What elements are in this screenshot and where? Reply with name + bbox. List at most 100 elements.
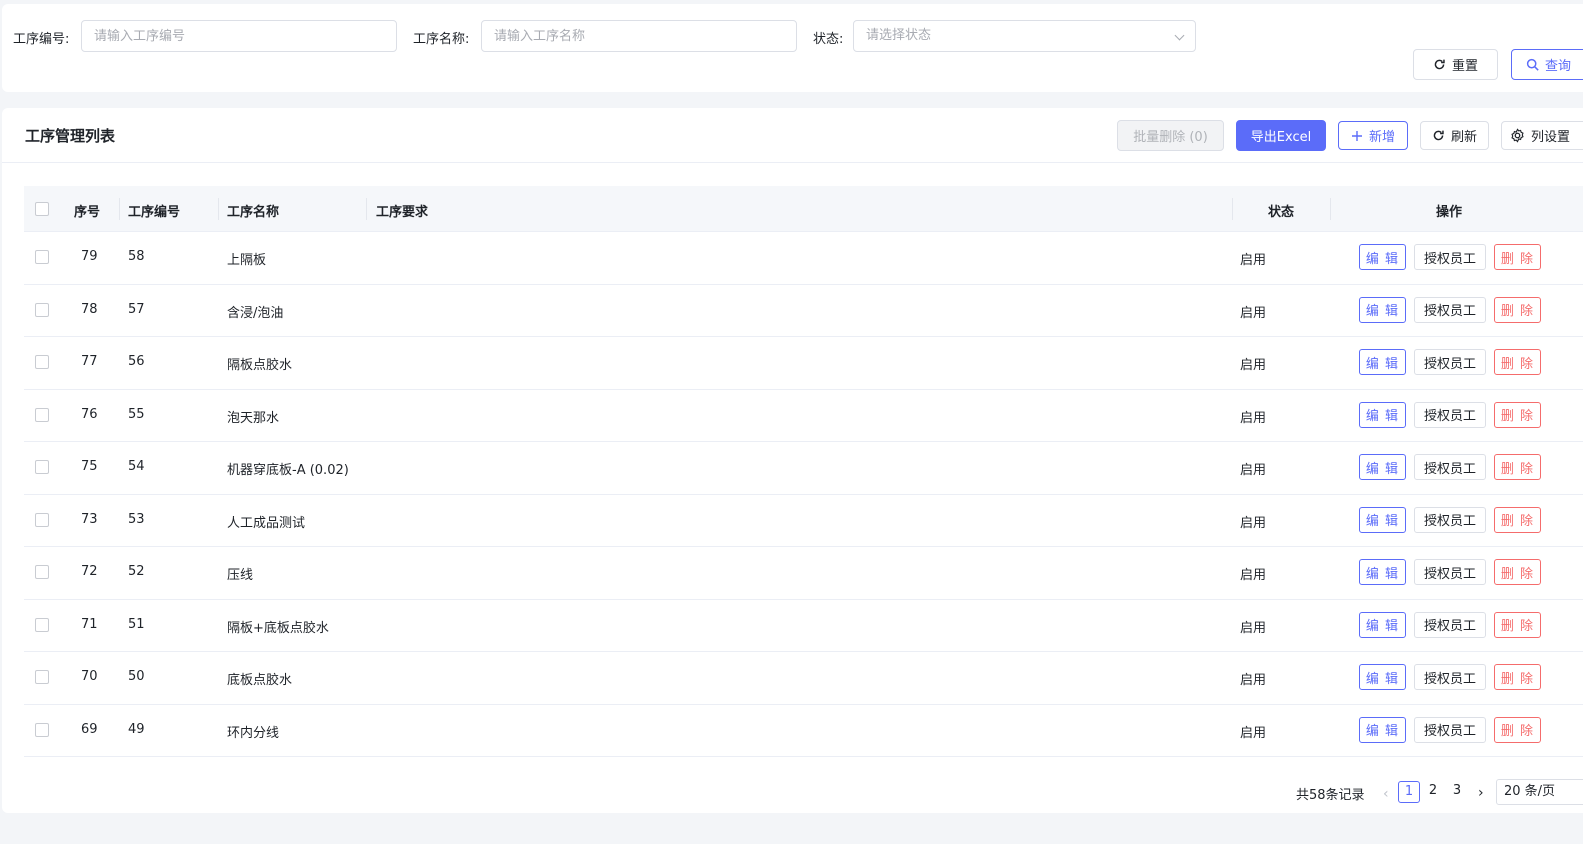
column-settings-button[interactable]: 列设置 — [1501, 121, 1583, 150]
table-row: 73 53 人工成品测试 启用 编 辑授权员工删 除 — [24, 495, 1583, 547]
header-requirement: 工序要求 — [376, 205, 429, 220]
table-row: 78 57 含浸/泡油 启用 编 辑授权员工删 除 — [24, 285, 1583, 337]
row-checkbox[interactable] — [35, 565, 49, 579]
page-1[interactable]: 1 — [1398, 781, 1420, 803]
authorize-employee-button[interactable]: 授权员工 — [1414, 296, 1486, 323]
cell-code: 54 — [128, 459, 145, 474]
cell-index: 70 — [81, 669, 98, 684]
refresh-button[interactable]: 刷新 — [1420, 121, 1489, 150]
cell-name: 压线 — [227, 568, 254, 583]
edit-button[interactable]: 编 辑 — [1359, 454, 1406, 480]
list-title: 工序管理列表 — [25, 127, 116, 145]
delete-button[interactable]: 删 除 — [1494, 611, 1541, 638]
cell-status: 启用 — [1240, 725, 1267, 741]
delete-button[interactable]: 删 除 — [1494, 296, 1541, 323]
row-checkbox[interactable] — [35, 722, 49, 737]
table-row: 75 54 机器穿底板-A (0.02) 启用 编 辑授权员工删 除 — [24, 442, 1583, 495]
row-checkbox[interactable] — [35, 512, 49, 527]
delete-button[interactable]: 删 除 — [1494, 506, 1541, 533]
row-checkbox[interactable] — [35, 617, 49, 632]
refresh-icon — [1432, 129, 1445, 142]
authorize-employee-button[interactable]: 授权员工 — [1414, 454, 1486, 480]
edit-button[interactable]: 编 辑 — [1359, 401, 1406, 428]
chevron-right-icon[interactable]: › — [1478, 785, 1484, 801]
delete-button[interactable]: 删 除 — [1494, 401, 1541, 428]
refresh-icon — [1433, 58, 1446, 71]
authorize-employee-button[interactable]: 授权员工 — [1414, 559, 1486, 585]
row-checkbox[interactable] — [35, 670, 49, 684]
delete-button[interactable]: 删 除 — [1494, 244, 1541, 270]
delete-button[interactable]: 删 除 — [1494, 454, 1541, 480]
chevron-left-icon[interactable]: ‹ — [1383, 786, 1389, 802]
header-index: 序号 — [74, 205, 101, 220]
row-checkbox[interactable] — [35, 407, 49, 422]
table-header: 序号 工序编号 工序名称 工序要求 状态 操作 — [24, 186, 1583, 232]
edit-button[interactable]: 编 辑 — [1359, 664, 1406, 690]
table-row: 69 49 环内分线 启用 编 辑授权员工删 除 — [24, 705, 1583, 757]
cell-name: 人工成品测试 — [227, 515, 306, 531]
reset-button[interactable]: 重置 — [1413, 49, 1498, 80]
toolbar-divider — [2, 162, 1583, 163]
authorize-employee-button[interactable]: 授权员工 — [1414, 506, 1486, 533]
query-button[interactable]: 查询 — [1511, 49, 1583, 80]
table-row: 71 51 隔板+底板点胶水 启用 编 辑授权员工删 除 — [24, 600, 1583, 652]
delete-button[interactable]: 删 除 — [1494, 716, 1541, 743]
row-checkbox[interactable] — [35, 460, 49, 474]
row-checkbox[interactable] — [35, 302, 49, 317]
delete-button[interactable]: 删 除 — [1494, 559, 1541, 585]
header-name: 工序名称 — [227, 205, 280, 220]
code-input[interactable] — [81, 20, 397, 52]
delete-button[interactable]: 删 除 — [1494, 349, 1541, 375]
authorize-employee-button[interactable]: 授权员工 — [1414, 611, 1486, 638]
search-panel: 工序编号: 工序名称: 状态: 请选择状态 重置 查询 — [2, 4, 1583, 92]
edit-button[interactable]: 编 辑 — [1359, 559, 1406, 585]
cell-code: 56 — [128, 354, 145, 369]
list-panel: 工序管理列表 批量删除 (0) 导出Excel 新增 刷新 列设置 序号 工序编… — [2, 108, 1583, 813]
header-divider — [1232, 198, 1233, 220]
export-excel-button[interactable]: 导出Excel — [1236, 120, 1326, 151]
batch-delete-button[interactable]: 批量删除 (0) — [1117, 120, 1224, 151]
page-2[interactable]: 2 — [1422, 781, 1444, 803]
row-checkbox[interactable] — [35, 355, 49, 369]
cell-code: 57 — [128, 301, 145, 317]
cell-index: 76 — [81, 406, 98, 422]
cell-index: 78 — [81, 301, 98, 317]
cell-status: 启用 — [1240, 620, 1267, 636]
cell-status: 启用 — [1240, 305, 1267, 321]
refresh-label: 刷新 — [1450, 130, 1477, 145]
authorize-employee-button[interactable]: 授权员工 — [1414, 664, 1486, 690]
delete-button[interactable]: 删 除 — [1494, 664, 1541, 690]
export-excel-label: 导出Excel — [1250, 130, 1312, 145]
page-3[interactable]: 3 — [1446, 781, 1468, 803]
name-input[interactable] — [481, 20, 797, 52]
cell-name: 环内分线 — [227, 725, 280, 741]
edit-button[interactable]: 编 辑 — [1359, 244, 1406, 270]
cell-status: 启用 — [1240, 568, 1267, 583]
cell-name: 隔板+底板点胶水 — [227, 620, 329, 636]
batch-delete-label: 批量删除 (0) — [1133, 130, 1208, 145]
add-button[interactable]: 新增 — [1338, 121, 1408, 150]
pagination-total: 共58条记录 — [1296, 788, 1365, 803]
status-select[interactable]: 请选择状态 — [853, 20, 1196, 52]
page-size-select[interactable]: 20 条/页 — [1496, 779, 1583, 805]
code-label: 工序编号: — [13, 32, 70, 47]
edit-button[interactable]: 编 辑 — [1359, 296, 1406, 323]
authorize-employee-button[interactable]: 授权员工 — [1414, 716, 1486, 743]
authorize-employee-button[interactable]: 授权员工 — [1414, 401, 1486, 428]
edit-button[interactable]: 编 辑 — [1359, 349, 1406, 375]
edit-button[interactable]: 编 辑 — [1359, 716, 1406, 743]
table-body: 79 58 上隔板 启用编 辑授权员工删 除 78 57 含浸/泡油 启用编 辑授权员工删 除… — [24, 232, 1583, 757]
query-label: 查询 — [1545, 59, 1572, 74]
cell-name: 含浸/泡油 — [227, 305, 284, 321]
select-all-checkbox[interactable] — [35, 202, 49, 216]
authorize-employee-button[interactable]: 授权员工 — [1414, 244, 1486, 270]
edit-button[interactable]: 编 辑 — [1359, 506, 1406, 533]
page-size-label: 20 条/页 — [1504, 784, 1556, 799]
edit-button[interactable]: 编 辑 — [1359, 611, 1406, 638]
cell-code: 55 — [128, 406, 145, 422]
row-checkbox[interactable] — [35, 250, 49, 264]
header-divider — [119, 198, 120, 220]
chevron-down-icon — [1174, 30, 1185, 41]
authorize-employee-button[interactable]: 授权员工 — [1414, 349, 1486, 375]
plus-icon — [1351, 130, 1363, 142]
